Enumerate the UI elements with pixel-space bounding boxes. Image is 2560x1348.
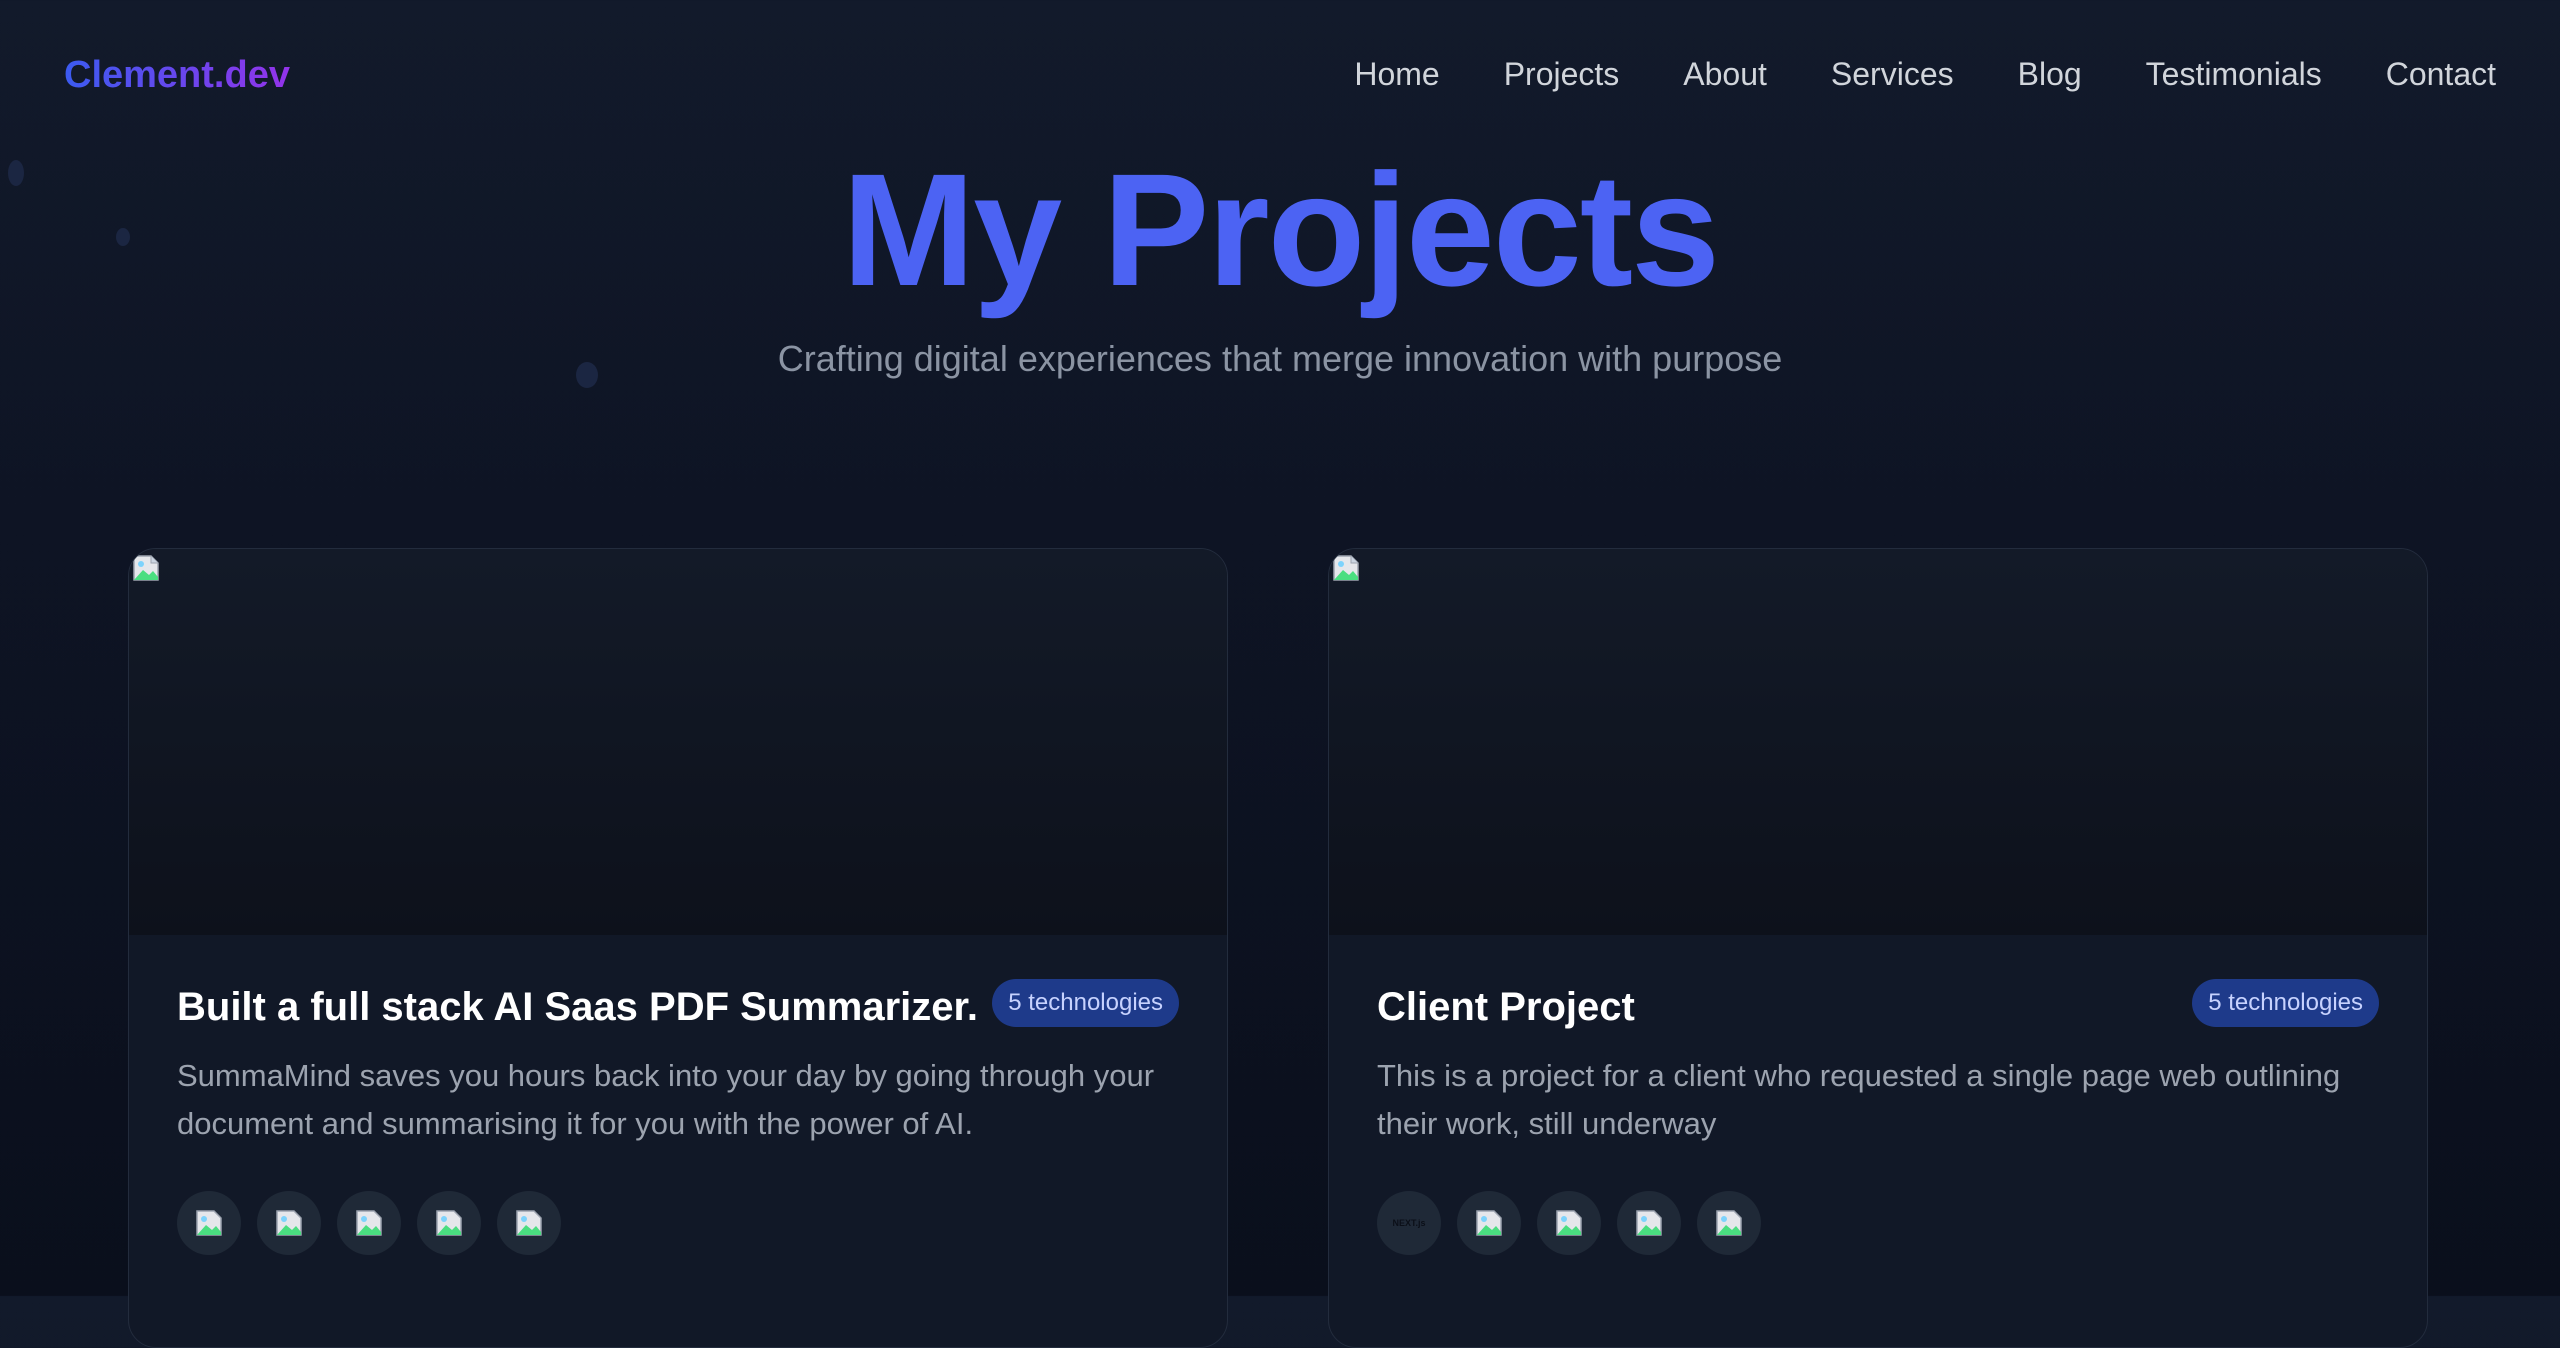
card-body: Built a full stack AI Saas PDF Summarize… [177,979,1179,1148]
nextjs-icon: NEXT.js [1377,1191,1441,1255]
project-description: SummaMind saves you hours back into your… [177,1058,1155,1141]
nav-projects[interactable]: Projects [1504,56,1620,93]
nav-links: Home Projects About Services Blog Testim… [1354,56,2496,93]
broken-image-icon [1457,1191,1521,1255]
broken-image-icon [337,1191,401,1255]
nav-about[interactable]: About [1683,56,1767,93]
broken-image-icon [177,1191,241,1255]
broken-image-icon [131,553,161,583]
nav-services[interactable]: Services [1831,56,1954,93]
logo[interactable]: Clement.dev [64,54,290,97]
nextjs-label: NEXT.js [1392,1218,1426,1228]
tech-stack: NEXT.js [1377,1191,1761,1255]
project-description: This is a project for a client who reque… [1377,1058,2341,1141]
project-image [1329,549,2427,935]
project-card[interactable]: Client Project 5 technologies This is a … [1328,548,2428,1348]
broken-image-icon [1697,1191,1761,1255]
card-body: Client Project 5 technologies This is a … [1377,979,2379,1148]
project-image [129,549,1227,935]
broken-image-icon [1537,1191,1601,1255]
tech-count-badge: 5 technologies [992,979,1179,1027]
nav-home[interactable]: Home [1354,56,1439,93]
tech-count-badge: 5 technologies [2192,979,2379,1027]
broken-image-icon [1617,1191,1681,1255]
nav-contact[interactable]: Contact [2386,56,2496,93]
navbar: Clement.dev Home Projects About Services… [0,0,2560,150]
broken-image-icon [497,1191,561,1255]
nav-testimonials[interactable]: Testimonials [2146,56,2322,93]
broken-image-icon [257,1191,321,1255]
broken-image-icon [1331,553,1361,583]
nav-blog[interactable]: Blog [2018,56,2082,93]
page-subtitle: Crafting digital experiences that merge … [777,338,1783,379]
page-title: My Projects [841,140,1720,319]
project-card[interactable]: Built a full stack AI Saas PDF Summarize… [128,548,1228,1348]
tech-stack [177,1191,561,1255]
broken-image-icon [417,1191,481,1255]
